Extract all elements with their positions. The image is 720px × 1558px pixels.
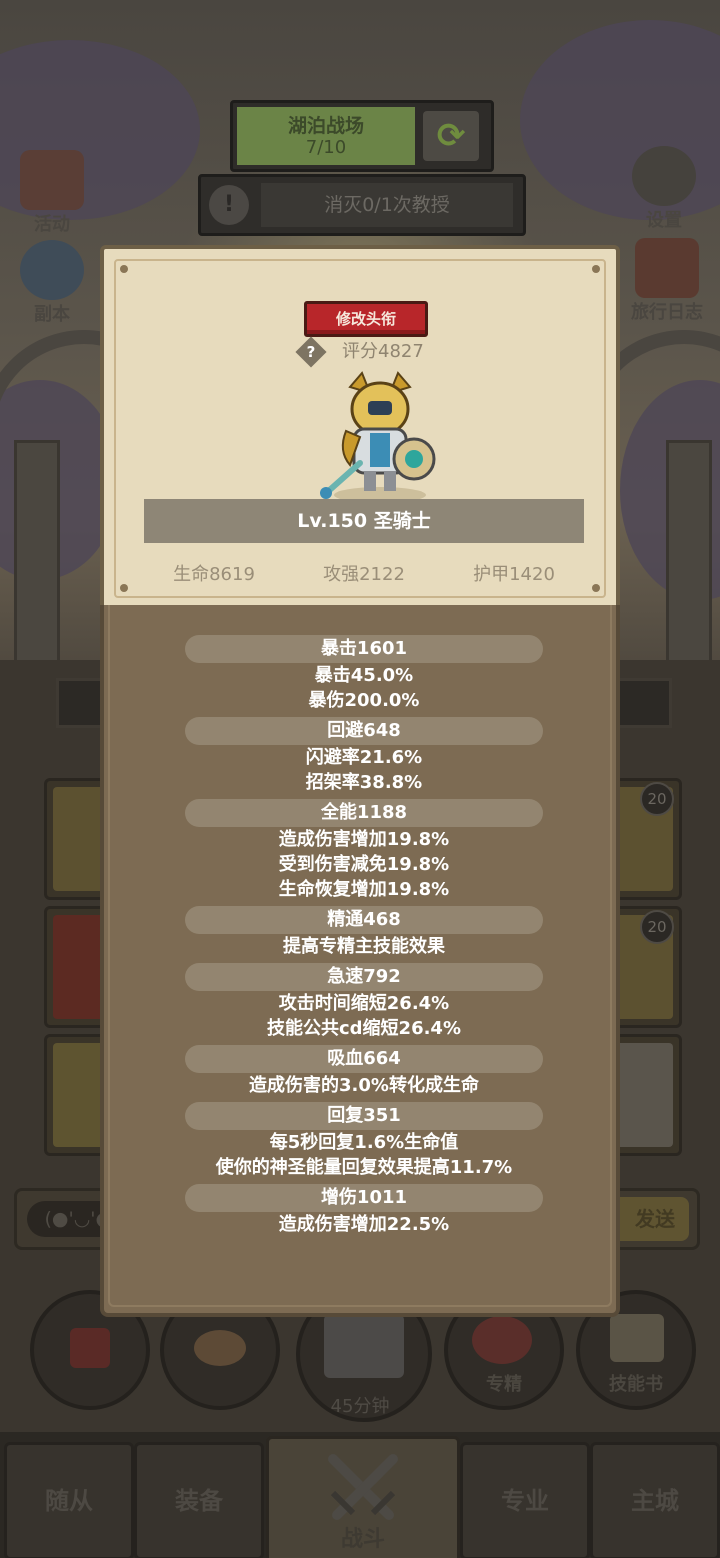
activity-label: 活动 (34, 214, 70, 235)
corner-nail (120, 584, 128, 592)
attribute-detail: 攻击时间缩短26.4% (278, 993, 450, 1014)
attribute-header: 吸血664 (185, 1045, 543, 1073)
attribute-detail: 造成伤害增加19.8% (278, 829, 450, 850)
stage-progress-text: 7/10 (305, 137, 347, 158)
score-row: ? 评分4827 (295, 336, 440, 368)
character-stats-popup: 修改头衔 ? 评分4827 Lv.150 圣骑士 生命8619 攻强2122 护… (100, 245, 620, 1317)
attribute-detail: 造成伤害增加22.5% (278, 1214, 450, 1235)
nav-follower[interactable]: 随从 (4, 1442, 134, 1558)
attributes-panel[interactable]: 暴击1601 暴击45.0% 暴伤200.0% 回避648 闪避率21.6% 招架率38.… (100, 605, 620, 1317)
corner-nail (120, 265, 128, 273)
skill-book-icon (610, 1314, 664, 1362)
base-stats-row: 生命8619 攻强2122 护甲1420 (144, 561, 584, 589)
crossed-swords-icon (328, 1454, 398, 1520)
activity-button[interactable]: 活动 (12, 150, 92, 236)
specialization-label: 专精 (486, 1374, 522, 1395)
corner-nail (592, 584, 600, 592)
attribute-header: 回复351 (185, 1102, 543, 1130)
attribute-header: 暴击1601 (185, 635, 543, 663)
attribute-header: 增伤1011 (185, 1184, 543, 1212)
book-icon (635, 238, 699, 298)
travel-log-button[interactable]: 旅行日志 (614, 238, 720, 324)
level-badge: 20 (640, 782, 674, 816)
attribute-detail: 技能公共cd缩短26.4% (266, 1018, 461, 1039)
hero-name-banner: Lv.150 圣骑士 (144, 499, 584, 543)
quest-panel[interactable]: ! 消灭0/1次教授 (198, 174, 526, 236)
bread-icon (194, 1330, 246, 1366)
nav-profession[interactable]: 专业 (460, 1442, 590, 1558)
stage-progress-panel[interactable]: 湖泊战场 7/10 ⟳ (230, 100, 494, 172)
nav-main-city[interactable]: 主城 (590, 1442, 720, 1558)
attribute-detail: 受到伤害减免19.8% (278, 854, 450, 875)
hp-stat: 生命8619 (173, 564, 255, 585)
attribute-detail: 暴伤200.0% (308, 690, 420, 711)
dungeon-button[interactable]: 副本 (12, 240, 92, 326)
attribute-header: 全能1188 (185, 799, 543, 827)
paladin-avatar (320, 371, 436, 503)
character-header-card: 修改头衔 ? 评分4827 Lv.150 圣骑士 生命8619 攻强2122 护… (100, 245, 620, 612)
nav-equipment[interactable]: 装备 (134, 1442, 264, 1558)
chest-icon (324, 1314, 404, 1378)
quest-text: 消灭0/1次教授 (261, 183, 513, 227)
attribute-detail: 提高专精主技能效果 (283, 936, 445, 957)
dungeon-label: 副本 (34, 304, 70, 325)
change-title-button[interactable]: 修改头衔 (304, 301, 428, 337)
scroll-icon (20, 150, 84, 210)
hero-name: Lv.150 圣骑士 (297, 510, 431, 532)
armor-stat: 护甲1420 (473, 564, 555, 585)
attack-stat: 攻强2122 (323, 564, 405, 585)
chest-timer: 45分钟 (330, 1396, 390, 1417)
nav-battle-label: 战斗 (340, 1527, 385, 1552)
attribute-detail: 造成伤害的3.0%转化成生命 (249, 1075, 479, 1096)
travel-log-label: 旅行日志 (631, 302, 703, 323)
level-badge: 20 (640, 910, 674, 944)
stone-pillar (666, 440, 712, 666)
nav-battle[interactable]: 战斗 (266, 1436, 460, 1558)
attribute-detail: 招架率38.8% (305, 772, 423, 793)
corner-nail (592, 265, 600, 273)
settings-label: 设置 (646, 210, 682, 231)
portal-icon (20, 240, 84, 300)
attribute-detail: 闪避率21.6% (305, 747, 423, 768)
settings-button[interactable]: 设置 (624, 146, 704, 232)
attribute-list: 暴击1601 暴击45.0% 暴伤200.0% 回避648 闪避率21.6% 招架率38.… (104, 635, 624, 1237)
refresh-icon[interactable]: ⟳ (423, 111, 479, 161)
alert-icon: ! (209, 185, 249, 225)
score-value: 评分4827 (342, 341, 424, 362)
skill-book-label: 技能书 (609, 1374, 663, 1395)
help-icon[interactable]: ? (300, 339, 322, 365)
attribute-header: 精通468 (185, 906, 543, 934)
attribute-header: 回避648 (185, 717, 543, 745)
stone-pillar (14, 440, 60, 666)
gear-icon (632, 146, 696, 206)
attribute-header: 急速792 (185, 963, 543, 991)
attribute-detail: 每5秒回复1.6%生命值 (269, 1132, 459, 1153)
specialization-icon (472, 1316, 532, 1364)
attribute-detail: 暴击45.0% (314, 665, 414, 686)
attribute-detail: 生命恢复增加19.8% (278, 879, 450, 900)
potion-icon (70, 1328, 110, 1368)
attribute-detail: 使你的神圣能量回复效果提高11.7% (215, 1157, 513, 1178)
stage-name: 湖泊战场 (287, 115, 364, 137)
